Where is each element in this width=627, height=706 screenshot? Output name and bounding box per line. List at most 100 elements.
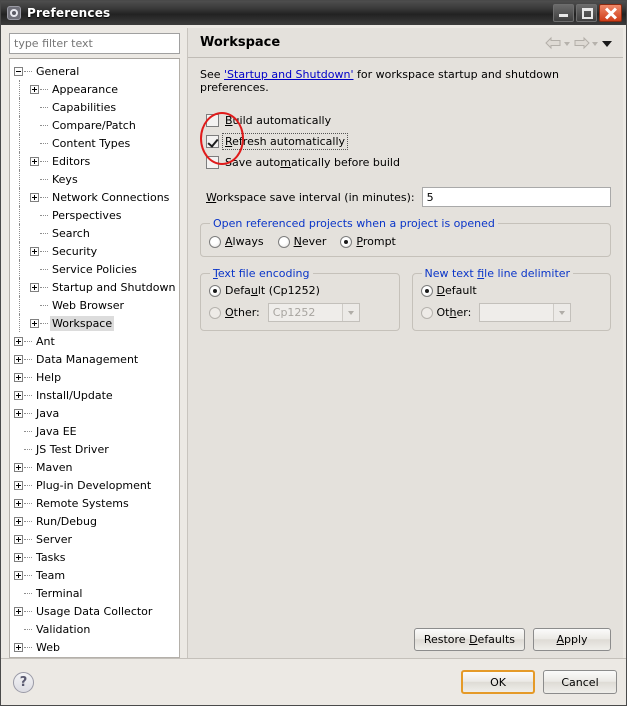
build-automatically-checkbox[interactable]	[206, 114, 219, 127]
save-automatically-before-build-row[interactable]: Save automatically before build	[206, 152, 611, 173]
sidebar-item-perspectives[interactable]: Perspectives	[10, 206, 179, 224]
sidebar-item-capabilities[interactable]: Capabilities	[10, 98, 179, 116]
sidebar-item-web-browser[interactable]: Web Browser	[10, 296, 179, 314]
preferences-tree[interactable]: GeneralAppearanceCapabilitiesCompare/Pat…	[9, 58, 180, 658]
expand-icon[interactable]	[14, 535, 23, 544]
expand-icon[interactable]	[30, 247, 39, 256]
expand-icon[interactable]	[14, 391, 23, 400]
workspace-save-interval-input[interactable]	[422, 187, 611, 207]
back-arrow-icon[interactable]	[545, 36, 562, 50]
apply-button[interactable]: Apply	[533, 628, 611, 651]
sidebar-item-network-connections[interactable]: Network Connections	[10, 188, 179, 206]
expand-icon[interactable]	[14, 553, 23, 562]
expand-icon[interactable]	[14, 463, 23, 472]
sidebar-item-validation[interactable]: Validation	[10, 620, 179, 638]
radio-never[interactable]: Never	[278, 235, 327, 248]
expand-icon[interactable]	[14, 643, 23, 652]
sidebar-item-web[interactable]: Web	[10, 638, 179, 656]
sidebar-item-run-debug[interactable]: Run/Debug	[10, 512, 179, 530]
refresh-automatically-row[interactable]: Refresh automatically	[206, 131, 611, 152]
delimiter-other-row[interactable]: Other:	[421, 303, 603, 322]
restore-defaults-button[interactable]: Restore Defaults	[414, 628, 525, 651]
forward-menu-chevron-down-icon[interactable]	[591, 36, 600, 50]
sidebar-item-server[interactable]: Server	[10, 530, 179, 548]
expand-icon[interactable]	[30, 157, 39, 166]
radio-always-button[interactable]	[209, 236, 221, 248]
expand-icon[interactable]	[14, 373, 23, 382]
collapse-icon[interactable]	[14, 67, 23, 76]
build-automatically-row[interactable]: Build automatically	[206, 110, 611, 131]
dialog-body: GeneralAppearanceCapabilitiesCompare/Pat…	[1, 25, 626, 658]
sidebar-item-startup-and-shutdown[interactable]: Startup and Shutdown	[10, 278, 179, 296]
sidebar-item-maven[interactable]: Maven	[10, 458, 179, 476]
sidebar-item-java-ee[interactable]: Java EE	[10, 422, 179, 440]
sidebar-item-workspace[interactable]: Workspace	[10, 314, 179, 332]
close-button[interactable]	[599, 4, 622, 22]
sidebar-item-editors[interactable]: Editors	[10, 152, 179, 170]
encoding-other-radio-button[interactable]	[209, 307, 221, 319]
encoding-other-row[interactable]: Other: Cp1252	[209, 303, 391, 322]
refresh-automatically-checkbox[interactable]	[206, 135, 219, 148]
sidebar-item-js-test-driver[interactable]: JS Test Driver	[10, 440, 179, 458]
expand-icon[interactable]	[14, 499, 23, 508]
expand-icon[interactable]	[14, 355, 23, 364]
forward-arrow-icon[interactable]	[573, 36, 590, 50]
delimiter-default-radio-button[interactable]	[421, 285, 433, 297]
save-automatically-before-build-checkbox[interactable]	[206, 156, 219, 169]
expand-icon[interactable]	[14, 571, 23, 580]
encoding-default-radio-row[interactable]: Default (Cp1252)	[209, 284, 391, 297]
sidebar-item-java[interactable]: Java	[10, 404, 179, 422]
sidebar-item-usage-data-collector[interactable]: Usage Data Collector	[10, 602, 179, 620]
ok-button[interactable]: OK	[461, 670, 535, 694]
startup-and-shutdown-link[interactable]: 'Startup and Shutdown'	[224, 68, 353, 81]
delimiter-combo[interactable]	[479, 303, 571, 322]
sidebar-item-team[interactable]: Team	[10, 566, 179, 584]
sidebar-item-search[interactable]: Search	[10, 224, 179, 242]
delimiter-other-radio-row[interactable]: Other:	[421, 306, 472, 319]
sidebar-item-plug-in-development[interactable]: Plug-in Development	[10, 476, 179, 494]
expand-icon[interactable]	[30, 319, 39, 328]
delimiter-combo-chevron-down-icon[interactable]	[553, 304, 570, 321]
sidebar-item-help[interactable]: Help	[10, 368, 179, 386]
sidebar-item-keys[interactable]: Keys	[10, 170, 179, 188]
cancel-button[interactable]: Cancel	[543, 670, 617, 694]
expand-icon[interactable]	[14, 517, 23, 526]
sidebar-item-service-policies[interactable]: Service Policies	[10, 260, 179, 278]
sidebar-item-content-types[interactable]: Content Types	[10, 134, 179, 152]
sidebar-item-label: Plug-in Development	[34, 478, 153, 493]
sidebar-item-general[interactable]: General	[10, 62, 179, 80]
encoding-combo-chevron-down-icon[interactable]	[342, 304, 359, 321]
sidebar-item-data-management[interactable]: Data Management	[10, 350, 179, 368]
expand-icon[interactable]	[30, 283, 39, 292]
expand-icon[interactable]	[14, 409, 23, 418]
encoding-other-radio-row[interactable]: Other:	[209, 306, 260, 319]
sidebar-item-ant[interactable]: Ant	[10, 332, 179, 350]
radio-prompt[interactable]: Prompt	[340, 235, 395, 248]
encoding-default-radio-button[interactable]	[209, 285, 221, 297]
delimiter-default-radio-row[interactable]: Default	[421, 284, 603, 297]
sidebar-item-remote-systems[interactable]: Remote Systems	[10, 494, 179, 512]
sidebar-item-install-update[interactable]: Install/Update	[10, 386, 179, 404]
expand-icon[interactable]	[30, 85, 39, 94]
sidebar-item-security[interactable]: Security	[10, 242, 179, 260]
view-menu-icon[interactable]	[601, 36, 615, 50]
expand-icon[interactable]	[14, 607, 23, 616]
sidebar-item-tasks[interactable]: Tasks	[10, 548, 179, 566]
maximize-button[interactable]	[576, 4, 597, 22]
sidebar-item-compare-patch[interactable]: Compare/Patch	[10, 116, 179, 134]
sidebar-item-terminal[interactable]: Terminal	[10, 584, 179, 602]
minimize-button[interactable]	[553, 4, 574, 22]
radio-never-button[interactable]	[278, 236, 290, 248]
radio-prompt-button[interactable]	[340, 236, 352, 248]
tree-connector	[40, 197, 48, 198]
radio-always[interactable]: Always	[209, 235, 264, 248]
expand-icon[interactable]	[14, 337, 23, 346]
encoding-combo[interactable]: Cp1252	[268, 303, 360, 322]
delimiter-other-radio-button[interactable]	[421, 307, 433, 319]
back-menu-chevron-down-icon[interactable]	[563, 36, 572, 50]
expand-icon[interactable]	[14, 481, 23, 490]
help-icon[interactable]: ?	[13, 672, 34, 693]
filter-input[interactable]	[9, 33, 180, 54]
expand-icon[interactable]	[30, 193, 39, 202]
sidebar-item-appearance[interactable]: Appearance	[10, 80, 179, 98]
